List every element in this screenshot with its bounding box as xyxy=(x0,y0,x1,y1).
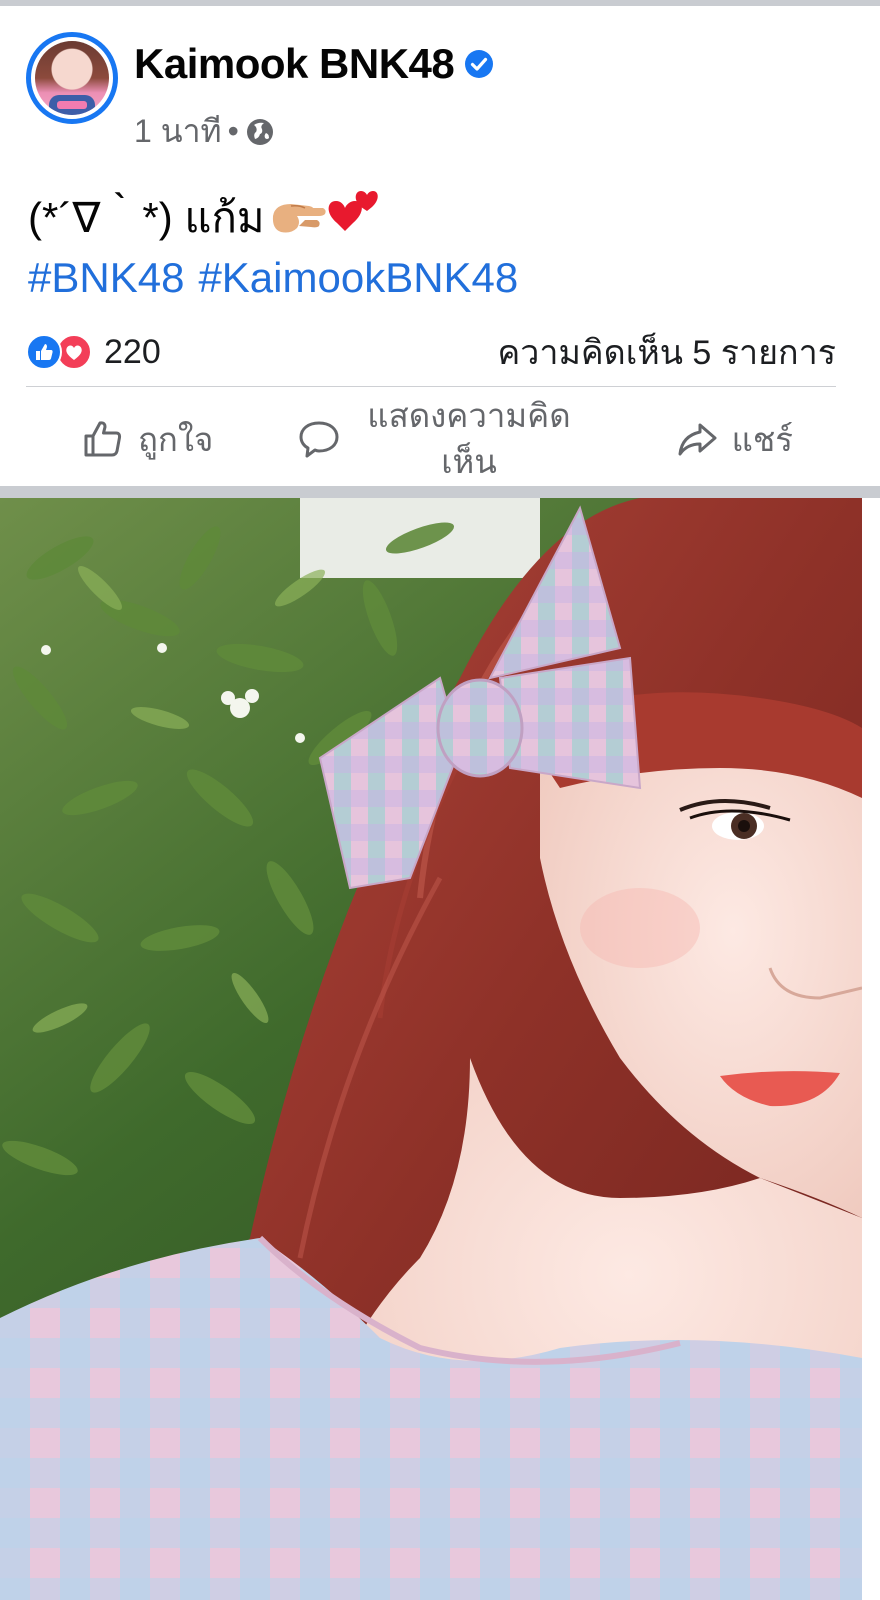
post-photo[interactable] xyxy=(0,498,862,1600)
author-name[interactable]: Kaimook BNK48 xyxy=(134,40,455,88)
two-hearts-emoji-icon xyxy=(328,191,378,231)
like-button[interactable]: ถูกใจ xyxy=(0,392,293,486)
pinching-hand-emoji-icon xyxy=(272,204,326,233)
photo-divider xyxy=(0,486,880,498)
share-arrow-icon xyxy=(678,423,717,456)
hashtag-bnk48[interactable]: #BNK48 xyxy=(28,254,184,302)
post-header: Kaimook BNK48 1 นาที • xyxy=(0,6,880,149)
post-text: (*´∇｀*) แก้ม xyxy=(28,194,265,241)
hashtag-kaimookbnk48[interactable]: #KaimookBNK48 xyxy=(198,254,518,302)
thumbs-up-icon xyxy=(84,421,122,457)
photo-side-gutter xyxy=(862,498,880,1600)
reaction-summary[interactable]: 220 xyxy=(26,333,161,372)
post-actions: ถูกใจ แสดงความคิดเห็น แชร์ xyxy=(0,392,880,486)
comment-bubble-icon xyxy=(299,421,339,458)
post-meta: 1 นาที • xyxy=(134,106,275,157)
comment-label: แสดงความคิดเห็น xyxy=(367,397,571,480)
meta-separator: • xyxy=(227,113,239,149)
like-reaction-icon xyxy=(26,334,62,370)
verified-badge-icon xyxy=(465,50,494,78)
photo-illustration xyxy=(0,498,862,1600)
avatar-image xyxy=(35,41,109,115)
profile-avatar[interactable] xyxy=(26,32,118,124)
post-body: (*´∇｀*) แก้ม xyxy=(28,190,381,246)
comment-button[interactable]: แสดงความคิดเห็น xyxy=(293,392,586,486)
reactions-bar: 220 ความคิดเห็น 5 รายการ xyxy=(26,330,836,374)
like-label: ถูกใจ xyxy=(137,420,214,458)
comment-count[interactable]: ความคิดเห็น 5 รายการ xyxy=(498,325,836,379)
author-row: Kaimook BNK48 xyxy=(134,40,494,88)
globe-icon xyxy=(246,118,273,145)
share-button[interactable]: แชร์ xyxy=(587,392,880,486)
post-timestamp[interactable]: 1 นาที xyxy=(134,106,222,157)
hashtag-row: #BNK48 #KaimookBNK48 xyxy=(28,254,518,302)
reaction-count: 220 xyxy=(104,332,161,371)
actions-divider xyxy=(26,386,836,387)
share-label: แชร์ xyxy=(731,420,794,458)
